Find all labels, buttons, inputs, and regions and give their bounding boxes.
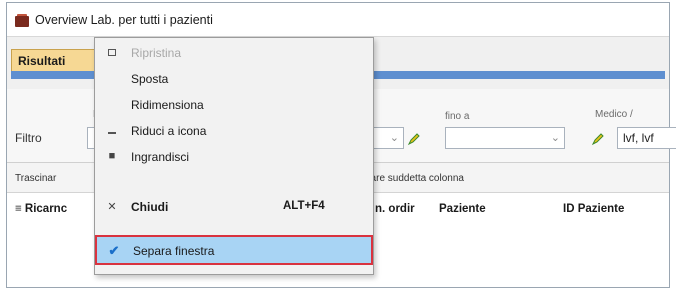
- filter-label: Filtro: [15, 131, 42, 145]
- menu-item-separa-finestra[interactable]: ✔ Separa finestra: [95, 235, 373, 265]
- column-header[interactable]: Paziente: [439, 203, 486, 215]
- tab-risultati[interactable]: Risultati: [11, 49, 107, 71]
- group-by-hint-left: Trascinar: [15, 173, 57, 184]
- doctor-field[interactable]: lvf, lvf: [617, 127, 676, 149]
- window-title: Overview Lab. per tutti i pazienti: [35, 13, 213, 27]
- column-header[interactable]: n. ordir: [375, 203, 415, 215]
- doctor-label: Medico /: [595, 109, 633, 120]
- column-header[interactable]: ≡ Ricarnc: [15, 203, 67, 215]
- check-icon: ✔: [108, 243, 120, 258]
- maximize-icon: ■: [108, 150, 116, 162]
- close-icon: ✕: [107, 201, 117, 213]
- group-by-hint-right: pare suddetta colonna: [365, 173, 464, 184]
- date-to-label: fino a: [445, 111, 470, 122]
- column-header[interactable]: ID Paziente: [563, 203, 624, 215]
- minimize-icon: [105, 124, 119, 138]
- app-icon[interactable]: [15, 14, 29, 27]
- restore-icon: [105, 46, 119, 60]
- menu-item-sposta[interactable]: Sposta: [95, 68, 373, 92]
- pencil-icon[interactable]: [407, 132, 421, 146]
- window-context-menu: Ripristina Sposta Ridimensiona Riduci a …: [94, 37, 374, 275]
- menu-item-ridimensiona[interactable]: Ridimensiona: [95, 94, 373, 118]
- chevron-down-icon[interactable]: ⌄: [390, 131, 399, 144]
- title-bar[interactable]: Overview Lab. per tutti i pazienti: [7, 3, 669, 37]
- menu-item-ingrandisci[interactable]: ■ Ingrandisci: [95, 146, 373, 170]
- menu-item-ripristina[interactable]: Ripristina: [95, 42, 373, 66]
- menu-item-chiudi[interactable]: ✕ Chiudi ALT+F4: [95, 196, 373, 220]
- date-to-field[interactable]: ⌄: [445, 127, 565, 149]
- menu-item-riduci-a-icona[interactable]: Riduci a icona: [95, 120, 373, 144]
- shortcut-label: ALT+F4: [283, 200, 325, 212]
- chevron-down-icon[interactable]: ⌄: [551, 131, 560, 144]
- pencil-icon[interactable]: [591, 132, 605, 146]
